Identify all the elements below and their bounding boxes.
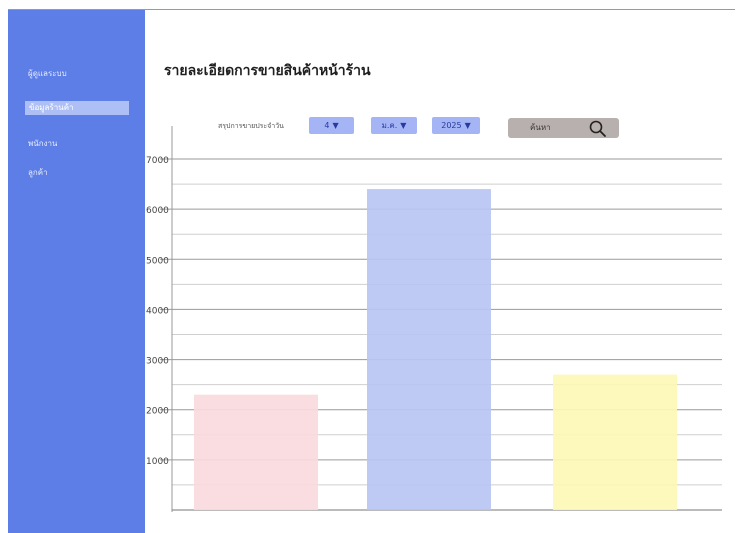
page: ผู้ดูแลระบบ ข้อมูลร้านค้า พนักงาน ลูกค้า… (0, 0, 741, 533)
sales-bar-chart: 1000 2000 3000 4000 5000 6000 7000 (146, 126, 722, 512)
bar-1 (194, 394, 318, 510)
y-tick-label: 4000 (146, 306, 169, 316)
y-tick-label: 3000 (146, 357, 169, 367)
y-tick-label: 1000 (146, 457, 169, 467)
y-tick-label: 5000 (146, 256, 169, 266)
y-tick-label: 2000 (146, 407, 169, 417)
bar-2 (367, 189, 491, 511)
bar-3 (553, 374, 677, 510)
y-tick-label: 7000 (146, 156, 169, 166)
y-tick-label: 6000 (146, 206, 169, 216)
